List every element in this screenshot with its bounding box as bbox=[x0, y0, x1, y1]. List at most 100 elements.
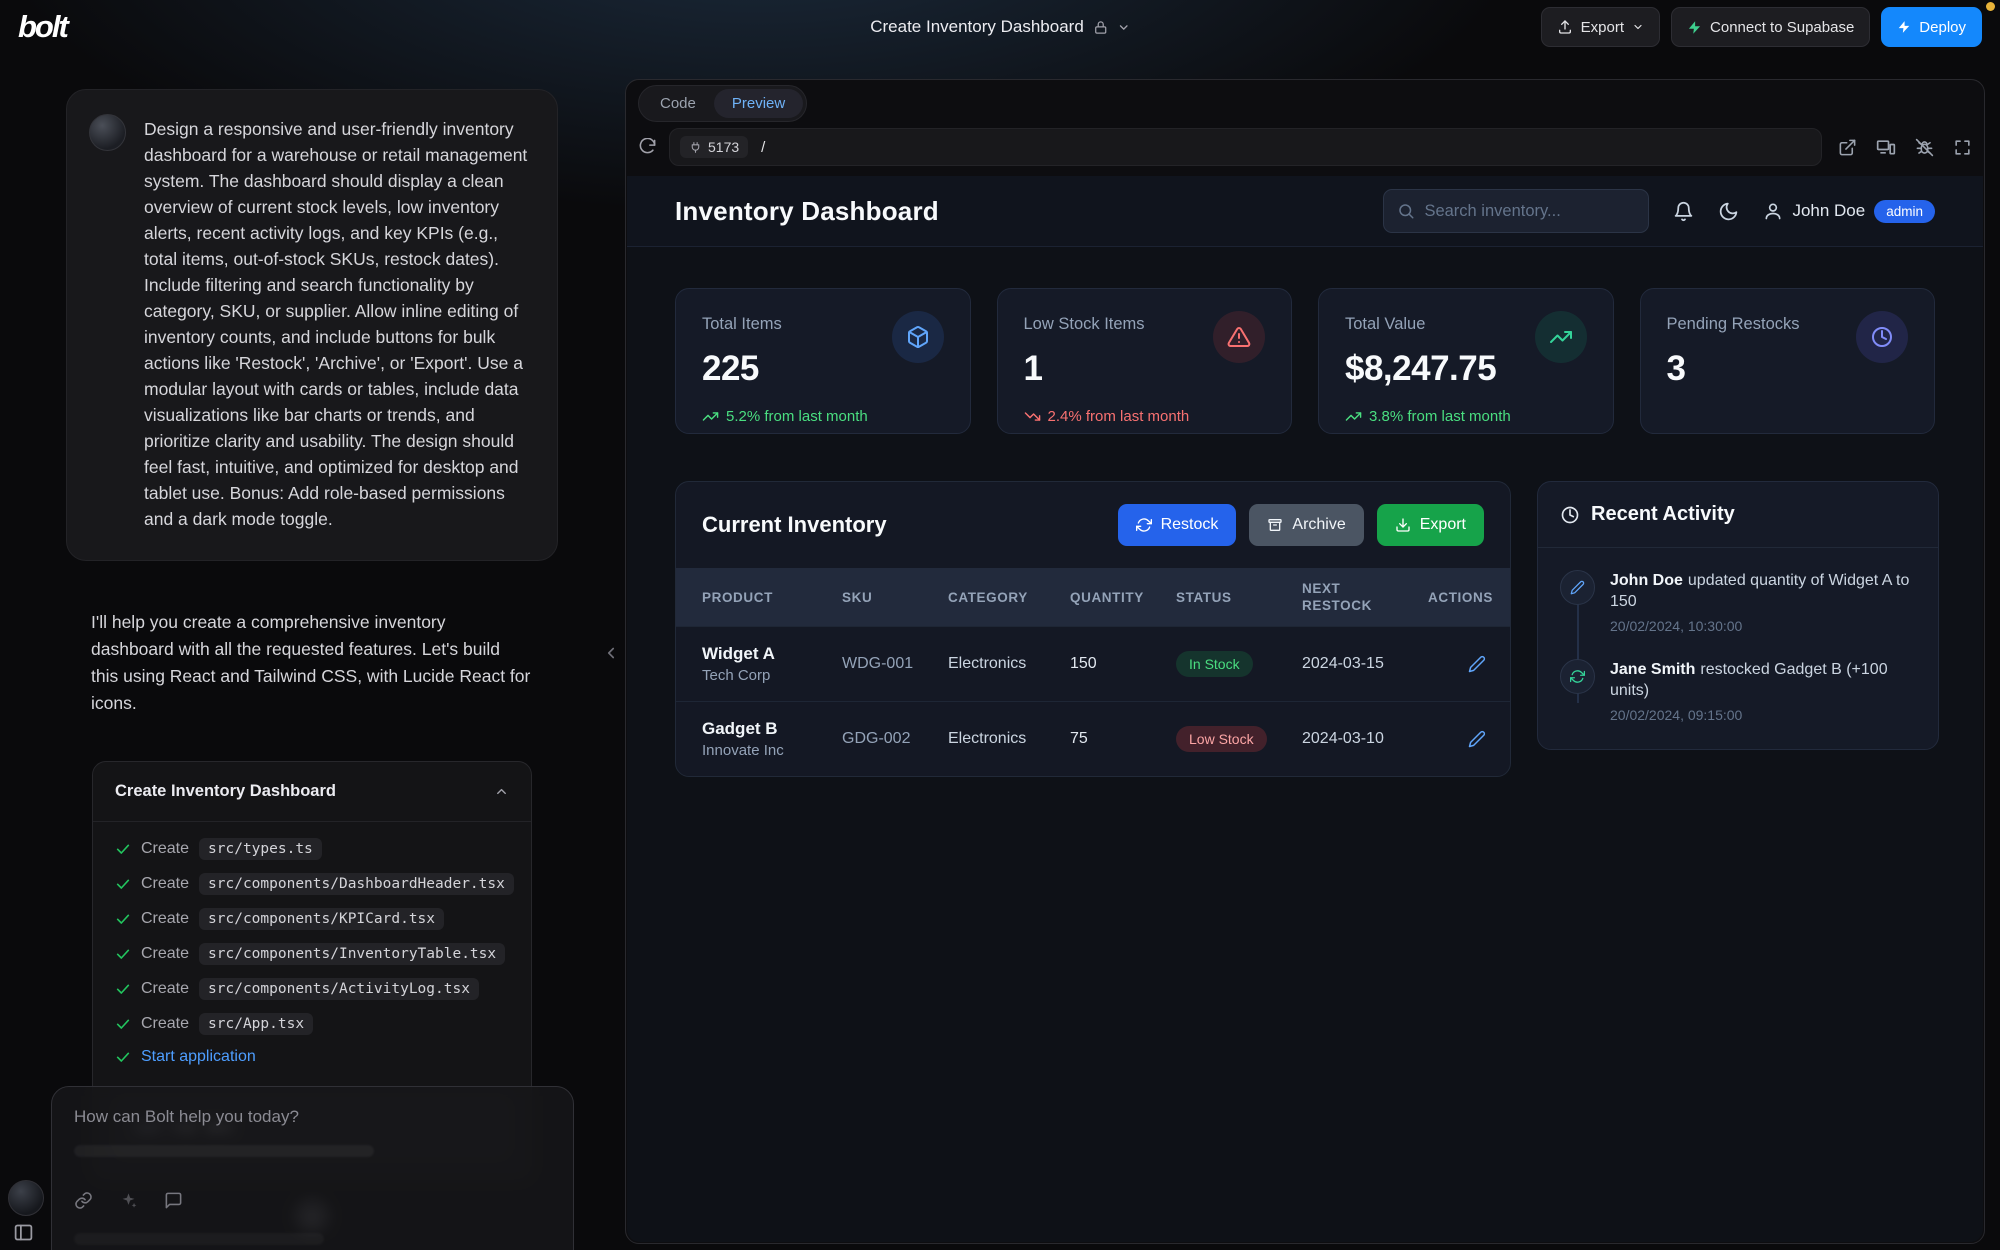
plan-step: Create src/App.tsx bbox=[115, 1013, 509, 1035]
blurred-text-line bbox=[74, 1233, 324, 1245]
category-cell: Electronics bbox=[948, 655, 1070, 673]
step-action: Create bbox=[141, 910, 189, 928]
dashboard-body: Total Items 225 5.2% from last month bbox=[627, 247, 1983, 777]
code-preview-switch: Code Preview bbox=[638, 85, 807, 122]
notification-dot bbox=[1986, 2, 1995, 11]
kpi-label: Total Items bbox=[702, 315, 782, 334]
file-chip[interactable]: src/components/KPICard.tsx bbox=[199, 908, 444, 930]
check-icon bbox=[115, 981, 131, 997]
quantity-cell[interactable]: 150 bbox=[1070, 655, 1176, 673]
tab-preview[interactable]: Preview bbox=[714, 89, 803, 118]
kpi-delta-text: 2.4% from last month bbox=[1048, 408, 1190, 425]
reload-icon[interactable] bbox=[638, 138, 657, 157]
deploy-button[interactable]: Deploy bbox=[1881, 7, 1982, 47]
quantity-cell[interactable]: 75 bbox=[1070, 730, 1176, 748]
column-header: Quantity bbox=[1070, 590, 1176, 605]
file-chip[interactable]: src/App.tsx bbox=[199, 1013, 313, 1035]
check-icon bbox=[115, 911, 131, 927]
bell-icon[interactable] bbox=[1673, 201, 1694, 222]
inventory-header: Current Inventory Restock Archive bbox=[676, 482, 1510, 568]
restock-label: Restock bbox=[1161, 516, 1219, 534]
activity-content: Jane Smithrestocked Gadget B (+100 units… bbox=[1610, 659, 1916, 723]
edit-icon[interactable] bbox=[1468, 655, 1492, 673]
plan-step: Create src/components/KPICard.tsx bbox=[115, 908, 509, 930]
chat-mode-icon[interactable] bbox=[164, 1191, 183, 1210]
bolt-workspace: bolt Create Inventory Dashboard Export bbox=[0, 0, 2000, 1250]
fullscreen-icon[interactable] bbox=[1953, 138, 1972, 157]
archive-icon bbox=[1267, 517, 1283, 533]
inventory-title: Current Inventory bbox=[702, 512, 887, 538]
column-header: Status bbox=[1176, 590, 1302, 605]
account-avatar[interactable] bbox=[8, 1180, 44, 1216]
column-header: Category bbox=[948, 590, 1070, 605]
chevron-down-icon bbox=[1632, 21, 1644, 33]
inventory-search[interactable] bbox=[1383, 189, 1649, 233]
bolt-logo[interactable]: bolt bbox=[18, 9, 67, 45]
responsive-devices-icon[interactable] bbox=[1876, 137, 1896, 157]
blurred-text-line bbox=[74, 1145, 374, 1157]
activity-content: John Doeupdated quantity of Widget A to … bbox=[1610, 570, 1916, 634]
tab-code[interactable]: Code bbox=[642, 89, 714, 118]
plan-title: Create Inventory Dashboard bbox=[115, 782, 336, 801]
file-chip[interactable]: src/components/InventoryTable.tsx bbox=[199, 943, 505, 965]
trending-up-icon bbox=[1535, 311, 1587, 363]
export-button[interactable]: Export bbox=[1377, 504, 1484, 546]
url-input[interactable]: 5173 / bbox=[669, 128, 1822, 166]
sku-cell: WDG-001 bbox=[842, 655, 948, 673]
column-header: SKU bbox=[842, 590, 948, 605]
bug-off-icon[interactable] bbox=[1915, 138, 1934, 157]
activity-actor: Jane Smith bbox=[1610, 661, 1695, 678]
column-header: Product bbox=[702, 590, 842, 605]
status-badge: In Stock bbox=[1176, 651, 1253, 677]
connect-supabase-button[interactable]: Connect to Supabase bbox=[1671, 7, 1870, 47]
start-application-step: Start application bbox=[115, 1048, 509, 1066]
topbar: bolt Create Inventory Dashboard Export bbox=[0, 0, 2000, 54]
preview-url-bar: 5173 / bbox=[626, 126, 1984, 176]
open-external-icon[interactable] bbox=[1838, 138, 1857, 157]
recent-activity-card: Recent Activity John Doeupdated quantity… bbox=[1537, 481, 1939, 750]
dark-mode-toggle-icon[interactable] bbox=[1718, 201, 1739, 222]
restock-button[interactable]: Restock bbox=[1118, 504, 1237, 546]
product-cell: Gadget B Innovate Inc bbox=[702, 719, 842, 759]
user-menu[interactable]: John Doe admin bbox=[1763, 200, 1935, 223]
plan-header[interactable]: Create Inventory Dashboard bbox=[93, 762, 531, 822]
user-message: Design a responsive and user-friendly in… bbox=[66, 89, 558, 561]
file-chip[interactable]: src/components/ActivityLog.tsx bbox=[199, 978, 479, 1000]
supplier-name: Tech Corp bbox=[702, 667, 842, 684]
activity-item: John Doeupdated quantity of Widget A to … bbox=[1560, 570, 1916, 634]
inventory-table-card: Current Inventory Restock Archive bbox=[675, 481, 1511, 777]
search-input[interactable] bbox=[1424, 202, 1644, 221]
project-title: Create Inventory Dashboard bbox=[870, 17, 1084, 37]
file-chip[interactable]: src/types.ts bbox=[199, 838, 322, 860]
step-action: Create bbox=[141, 875, 189, 893]
file-chip[interactable]: src/components/DashboardHeader.tsx bbox=[199, 873, 514, 895]
table-header-row: Product SKU Category Quantity Status Nex… bbox=[676, 568, 1510, 626]
category-cell: Electronics bbox=[948, 730, 1070, 748]
role-badge: admin bbox=[1874, 200, 1935, 223]
port-chip[interactable]: 5173 bbox=[680, 136, 748, 158]
deploy-label: Deploy bbox=[1919, 19, 1966, 36]
sidebar-toggle-icon[interactable] bbox=[13, 1222, 34, 1243]
link-icon[interactable] bbox=[74, 1191, 93, 1210]
plan-step: Create src/types.ts bbox=[115, 838, 509, 860]
plug-icon bbox=[689, 141, 702, 154]
start-application-link[interactable]: Start application bbox=[141, 1048, 256, 1066]
kpi-card-total-value: Total Value $8,247.75 3.8% from last mon… bbox=[1318, 288, 1614, 434]
column-header: Next Restock bbox=[1302, 580, 1428, 614]
check-icon bbox=[115, 876, 131, 892]
user-name: John Doe bbox=[1792, 201, 1865, 221]
export-button[interactable]: Export bbox=[1541, 7, 1660, 47]
project-title-menu[interactable]: Create Inventory Dashboard bbox=[870, 0, 1130, 54]
topbar-actions: Export Connect to Supabase Deploy bbox=[1541, 7, 1982, 47]
status-cell: Low Stock bbox=[1176, 726, 1302, 752]
collapse-chat-button[interactable] bbox=[596, 638, 626, 668]
refresh-icon bbox=[1560, 659, 1595, 694]
sparkles-icon[interactable] bbox=[119, 1191, 138, 1210]
step-action: Create bbox=[141, 980, 189, 998]
archive-button[interactable]: Archive bbox=[1249, 504, 1363, 546]
dashboard-title: Inventory Dashboard bbox=[675, 196, 939, 227]
archive-label: Archive bbox=[1292, 516, 1345, 534]
edit-icon[interactable] bbox=[1468, 730, 1492, 748]
next-restock-cell: 2024-03-15 bbox=[1302, 655, 1428, 673]
chat-input[interactable] bbox=[74, 1107, 551, 1127]
